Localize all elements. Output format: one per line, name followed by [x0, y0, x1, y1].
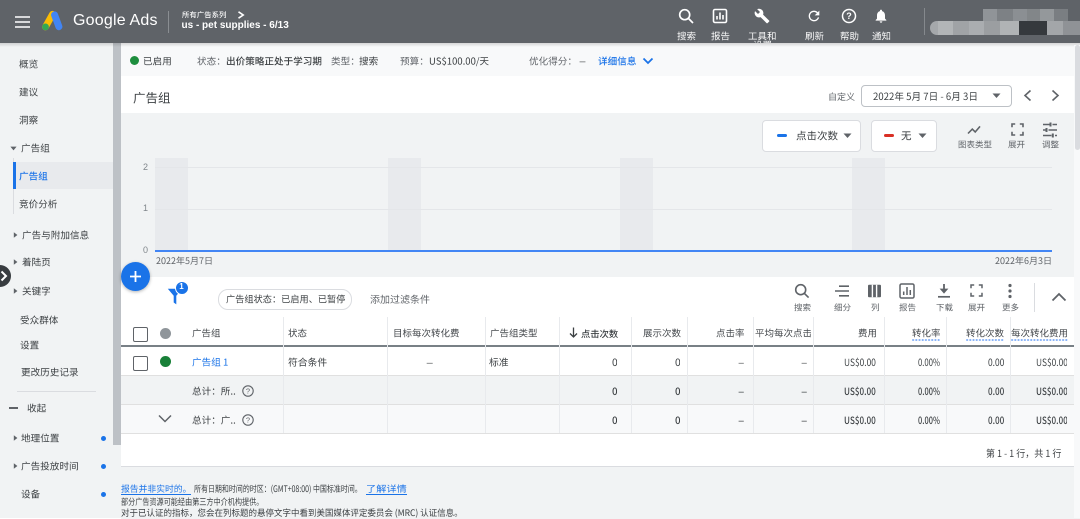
svg-text:?: ? [246, 415, 250, 424]
svg-text:?: ? [246, 386, 250, 395]
svg-text:?: ? [846, 11, 852, 21]
